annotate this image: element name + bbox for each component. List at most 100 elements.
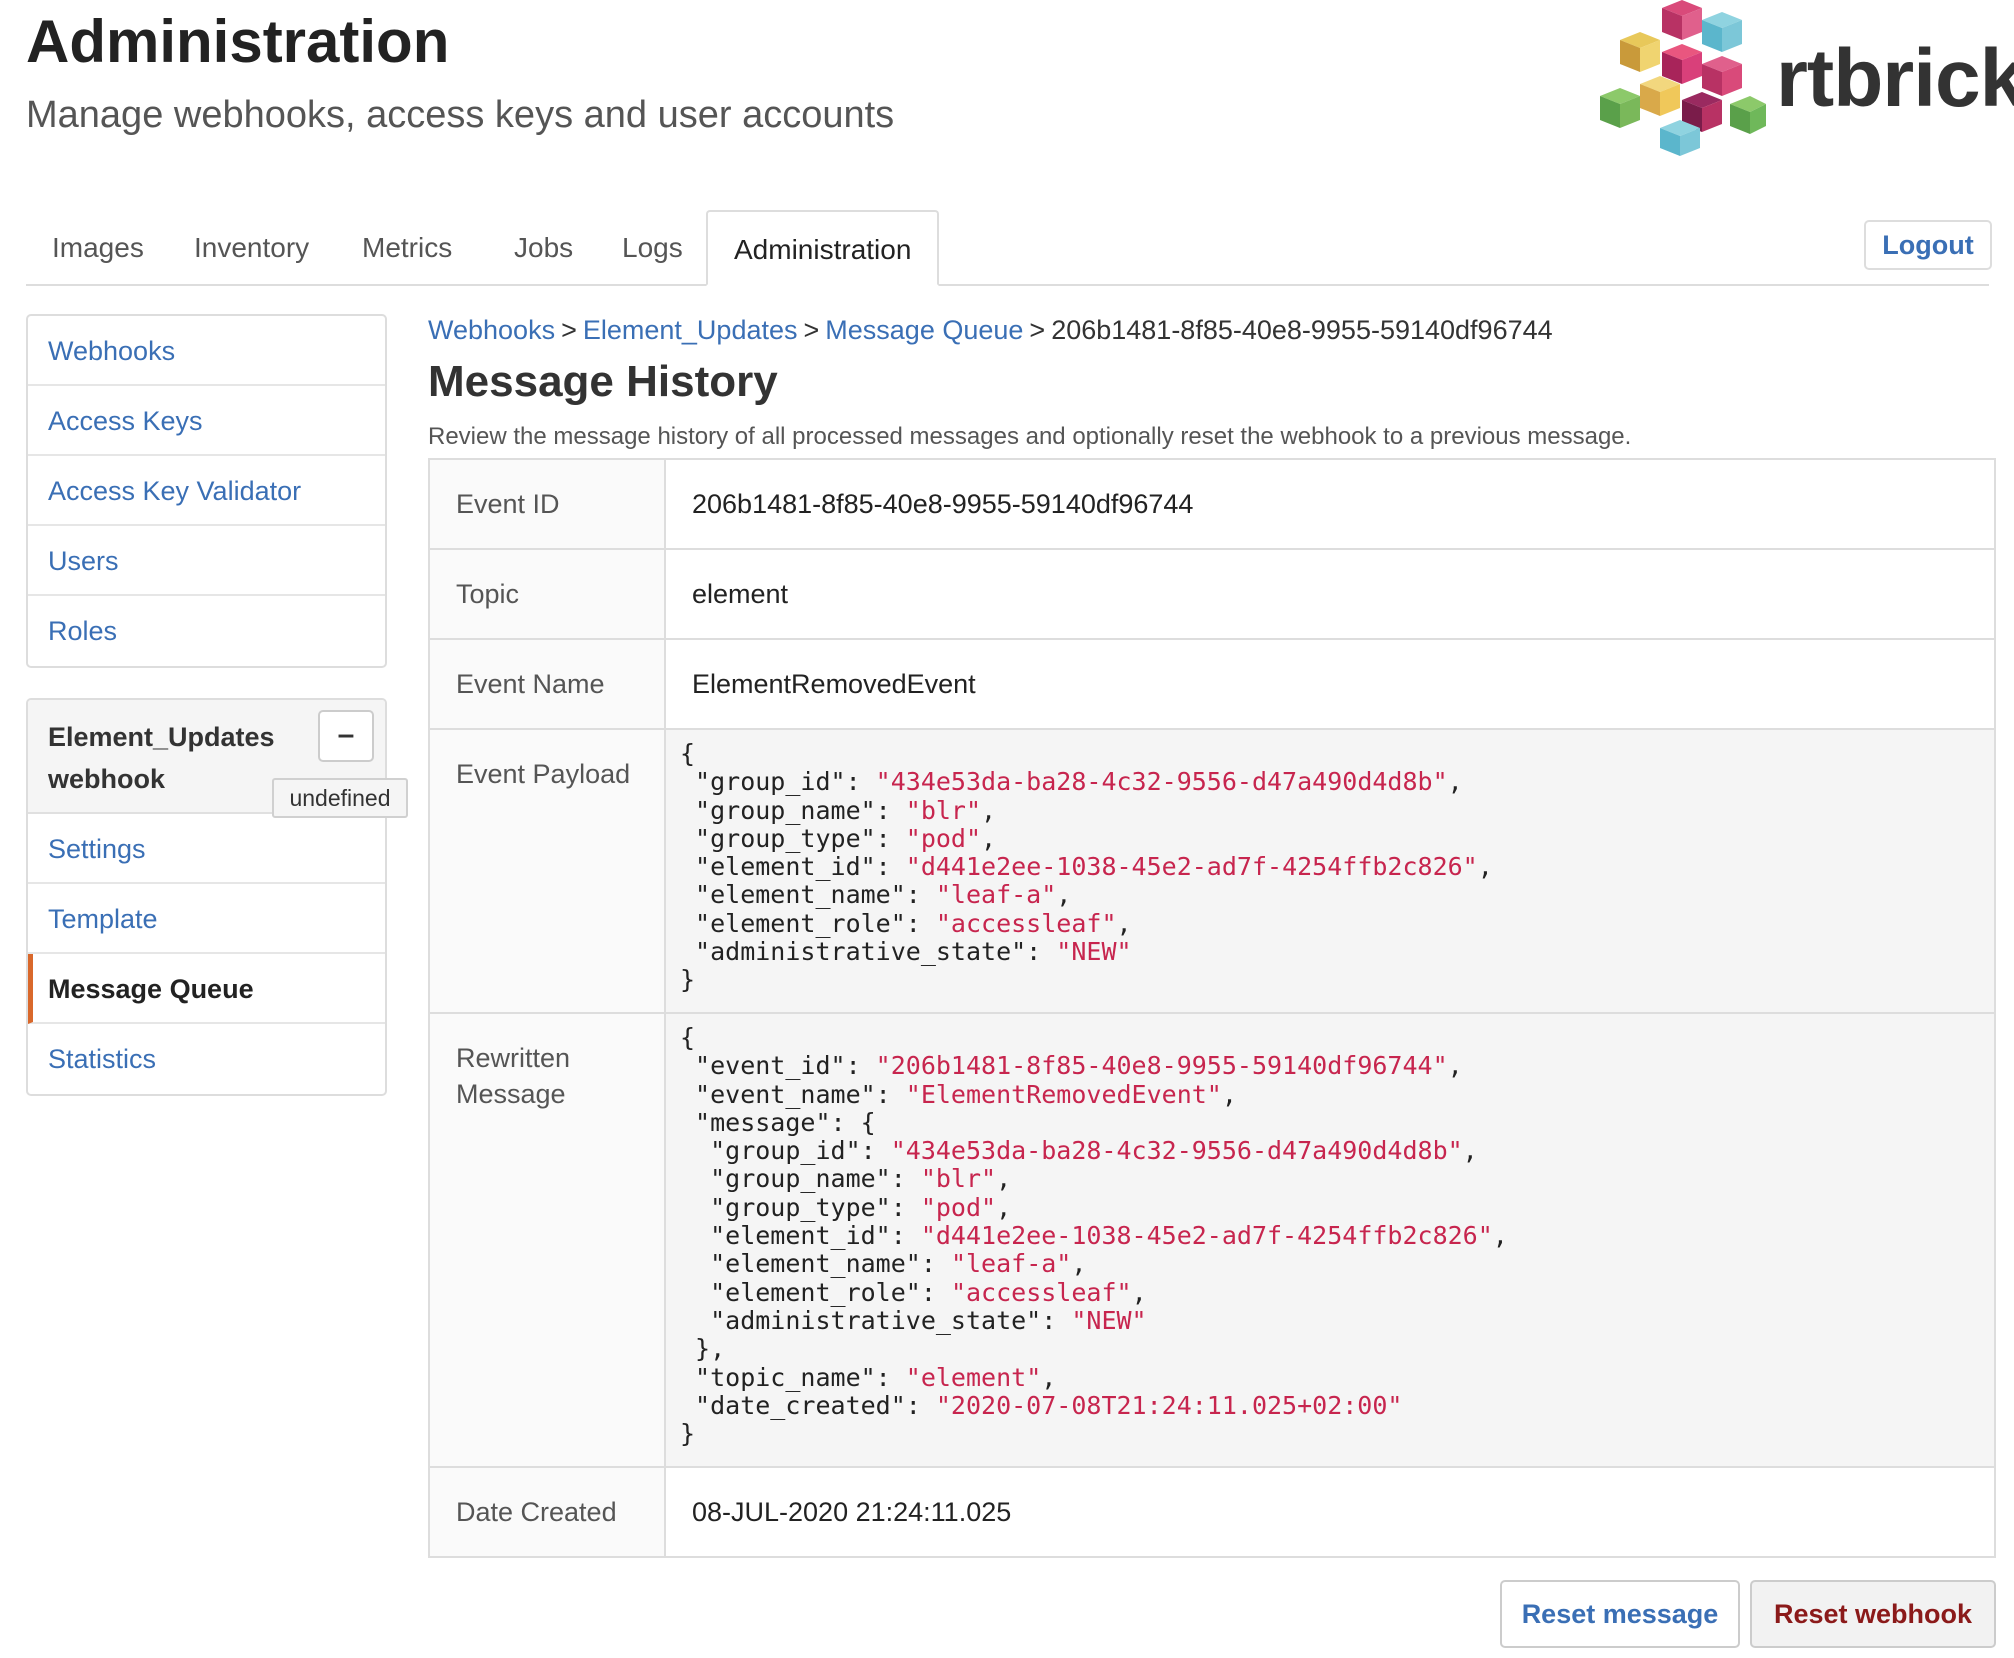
reset-message-button[interactable]: Reset message — [1500, 1580, 1740, 1648]
tab-administration[interactable]: Administration — [706, 210, 940, 286]
json-string-value: "element" — [905, 1362, 1042, 1392]
breadcrumb-link-element-updates[interactable]: Element_Updates — [583, 315, 798, 345]
json-key-text: , — [996, 1192, 1012, 1222]
json-key-text: "group_type": — [680, 823, 906, 853]
breadcrumb-separator: > — [1029, 315, 1046, 345]
json-string-value: "pod" — [920, 1192, 997, 1222]
admin-nav-panel: Webhooks Access Keys Access Key Validato… — [26, 314, 387, 668]
collapse-tooltip: undefined — [272, 778, 408, 818]
json-string-value: "206b1481-8f85-40e8-9955-59140df96744" — [875, 1051, 1448, 1081]
collapse-button[interactable]: – — [318, 710, 374, 762]
json-string-value: "leaf-a" — [950, 1249, 1072, 1279]
sidebar-item-access-key-validator[interactable]: Access Key Validator — [28, 456, 385, 526]
json-key-text: , — [1221, 1079, 1237, 1109]
table-row: Rewritten Message { "event_id": "206b148… — [428, 1012, 1996, 1468]
json-string-value: "d441e2ee-1038-45e2-ad7f-4254ffb2c826" — [920, 1221, 1493, 1251]
json-key-text: }, — [680, 1334, 726, 1364]
json-key-text: "element_name": — [680, 1249, 951, 1279]
date-created-value: 08-JUL-2020 21:24:11.025 — [664, 1466, 1996, 1558]
json-string-value: "d441e2ee-1038-45e2-ad7f-4254ffb2c826" — [905, 852, 1478, 882]
json-key-text: "event_name": — [680, 1079, 906, 1109]
tab-images[interactable]: Images — [26, 210, 170, 284]
topic-value: element — [664, 548, 1996, 640]
sidebar-item-roles[interactable]: Roles — [28, 596, 385, 666]
json-key-text: "group_name": — [680, 1164, 921, 1194]
json-key-text: "group_id": — [680, 767, 876, 797]
table-row: Event ID 206b1481-8f85-40e8-9955-59140df… — [428, 458, 1996, 550]
json-key-text: , — [981, 823, 997, 853]
json-string-value: "NEW" — [1071, 1305, 1147, 1335]
sidebar-item-settings[interactable]: Settings — [28, 814, 385, 884]
rtbrick-cube-logo-icon — [1600, 0, 1766, 156]
event-payload-label: Event Payload — [428, 728, 666, 1014]
json-key-text: "event_id": — [680, 1051, 876, 1081]
json-key-text: { — [680, 1023, 696, 1052]
json-string-value: "leaf-a" — [935, 880, 1057, 910]
json-string-value: "NEW" — [1056, 937, 1132, 967]
sidebar-item-message-queue[interactable]: Message Queue — [28, 954, 385, 1024]
rtbrick-logo: rtbrick — [1590, 0, 2014, 160]
sidebar-item-statistics[interactable]: Statistics — [28, 1024, 385, 1094]
json-string-value: "ElementRemovedEvent" — [905, 1079, 1222, 1109]
json-key-text: , — [981, 795, 997, 825]
table-row: Date Created 08-JUL-2020 21:24:11.025 — [428, 1466, 1996, 1558]
page-title: Administration — [26, 8, 450, 75]
json-key-text: "administrative_state": — [680, 1305, 1072, 1335]
json-key-text: "date_created": — [680, 1390, 936, 1420]
json-key-text: "topic_name": — [680, 1362, 906, 1392]
json-string-value: "434e53da-ba28-4c32-9556-d47a490d4d8b" — [890, 1136, 1463, 1166]
page-subtitle: Manage webhooks, access keys and user ac… — [26, 94, 895, 136]
sidebar-item-access-keys[interactable]: Access Keys — [28, 386, 385, 456]
json-key-text: , — [1462, 1136, 1478, 1166]
table-row: Event Payload { "group_id": "434e53da-ba… — [428, 728, 1996, 1014]
json-key-text: , — [1116, 908, 1132, 938]
json-key-text: } — [680, 1419, 696, 1449]
json-key-text: "element_id": — [680, 1221, 921, 1251]
json-key-text: , — [1071, 1249, 1087, 1279]
json-key-text: , — [1447, 1051, 1463, 1081]
sidebar-item-template[interactable]: Template — [28, 884, 385, 954]
json-string-value: "blr" — [905, 795, 982, 825]
tab-inventory[interactable]: Inventory — [168, 210, 335, 284]
topic-label: Topic — [428, 548, 666, 640]
breadcrumb-link-message-queue[interactable]: Message Queue — [825, 315, 1023, 345]
reset-webhook-button[interactable]: Reset webhook — [1750, 1580, 1996, 1648]
json-key-text: "administrative_state": — [680, 937, 1057, 967]
logo-text: rtbrick — [1776, 33, 2014, 124]
breadcrumb-link-webhooks[interactable]: Webhooks — [428, 315, 555, 345]
json-key-text: , — [996, 1164, 1012, 1194]
rewritten-message-json: { "event_id": "206b1481-8f85-40e8-9955-5… — [666, 1014, 1994, 1456]
table-row: Topic element — [428, 548, 1996, 640]
json-key-text: "element_id": — [680, 852, 906, 882]
json-key-text: "element_role": — [680, 1277, 951, 1307]
breadcrumb-current: 206b1481-8f85-40e8-9955-59140df96744 — [1051, 315, 1553, 345]
event-payload-json: { "group_id": "434e53da-ba28-4c32-9556-d… — [666, 730, 1994, 1003]
json-string-value: "pod" — [905, 823, 982, 853]
json-key-text: "group_name": — [680, 795, 906, 825]
event-name-label: Event Name — [428, 638, 666, 730]
json-key-text: , — [1447, 767, 1463, 797]
json-key-text: "message": { — [680, 1107, 876, 1137]
json-key-text: "group_id": — [680, 1136, 891, 1166]
section-title: Message History — [428, 357, 778, 406]
tab-metrics[interactable]: Metrics — [336, 210, 478, 284]
logout-button[interactable]: Logout — [1864, 220, 1992, 270]
json-key-text: "element_name": — [680, 880, 936, 910]
json-key-text: , — [1477, 852, 1493, 882]
webhook-panel-title: Element_Updates webhook — [48, 722, 275, 794]
breadcrumb: Webhooks > Element_Updates > Message Queue >2… — [428, 312, 1553, 348]
sidebar-item-users[interactable]: Users — [28, 526, 385, 596]
table-row: Event Name ElementRemovedEvent — [428, 638, 1996, 730]
tab-jobs[interactable]: Jobs — [488, 210, 599, 284]
breadcrumb-separator: > — [803, 315, 820, 345]
webhook-nav-panel: Element_Updates webhook – Settings Templ… — [26, 698, 387, 1096]
sidebar-item-webhooks[interactable]: Webhooks — [28, 316, 385, 386]
main-tabs: Images Inventory Metrics Jobs Logs Admin… — [26, 210, 1989, 286]
json-string-value: "2020-07-08T21:24:11.025+02:00" — [935, 1390, 1403, 1420]
event-name-value: ElementRemovedEvent — [664, 638, 1996, 730]
json-key-text: } — [680, 965, 696, 995]
json-key-text: { — [680, 739, 696, 768]
minus-icon: – — [337, 718, 355, 751]
rewritten-message-label: Rewritten Message — [428, 1012, 666, 1468]
tab-logs[interactable]: Logs — [596, 210, 709, 284]
